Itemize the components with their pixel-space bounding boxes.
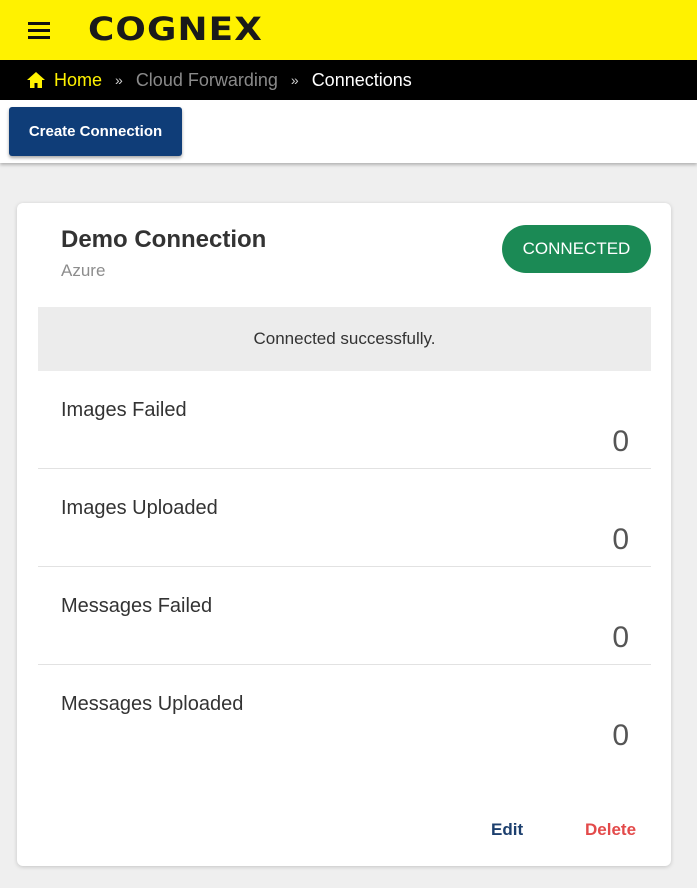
stat-label: Images Failed [61, 399, 187, 421]
stat-row-messages-uploaded: Messages Uploaded 0 [38, 665, 651, 763]
stat-value: 0 [612, 425, 629, 458]
stat-label: Images Uploaded [61, 497, 218, 519]
stat-value: 0 [612, 719, 629, 752]
stat-value: 0 [612, 621, 629, 654]
menu-icon[interactable] [28, 22, 54, 42]
breadcrumb-cloud-forwarding-link[interactable]: Cloud Forwarding [136, 70, 278, 91]
stat-value: 0 [612, 523, 629, 556]
stat-row-messages-failed: Messages Failed 0 [38, 567, 651, 665]
stat-row-images-uploaded: Images Uploaded 0 [38, 469, 651, 567]
create-connection-button[interactable]: Create Connection [9, 107, 182, 156]
stat-row-images-failed: Images Failed 0 [38, 371, 651, 469]
delete-button[interactable]: Delete [585, 820, 636, 840]
app-header: COGNEX [0, 0, 697, 60]
connection-card: Demo Connection Azure CONNECTED Connecte… [17, 203, 671, 866]
breadcrumb-home-link[interactable]: Home [54, 70, 102, 91]
stat-label: Messages Failed [61, 595, 213, 617]
breadcrumb-current: Connections [311, 69, 412, 90]
status-badge: CONNECTED [502, 225, 651, 273]
breadcrumb-separator: » [290, 72, 299, 88]
toolbar: Create Connection [0, 100, 697, 163]
connection-provider: Azure [61, 261, 106, 280]
home-icon[interactable] [26, 71, 46, 89]
cognex-logo: COGNEX [88, 10, 264, 48]
connection-name: Demo Connection [61, 226, 267, 253]
stat-label: Messages Uploaded [61, 693, 244, 715]
breadcrumb-separator: » [115, 72, 123, 88]
breadcrumb: Home » Cloud Forwarding » Connections [0, 60, 697, 100]
edit-button[interactable]: Edit [491, 820, 523, 840]
status-message: Connected successfully. [38, 307, 651, 371]
